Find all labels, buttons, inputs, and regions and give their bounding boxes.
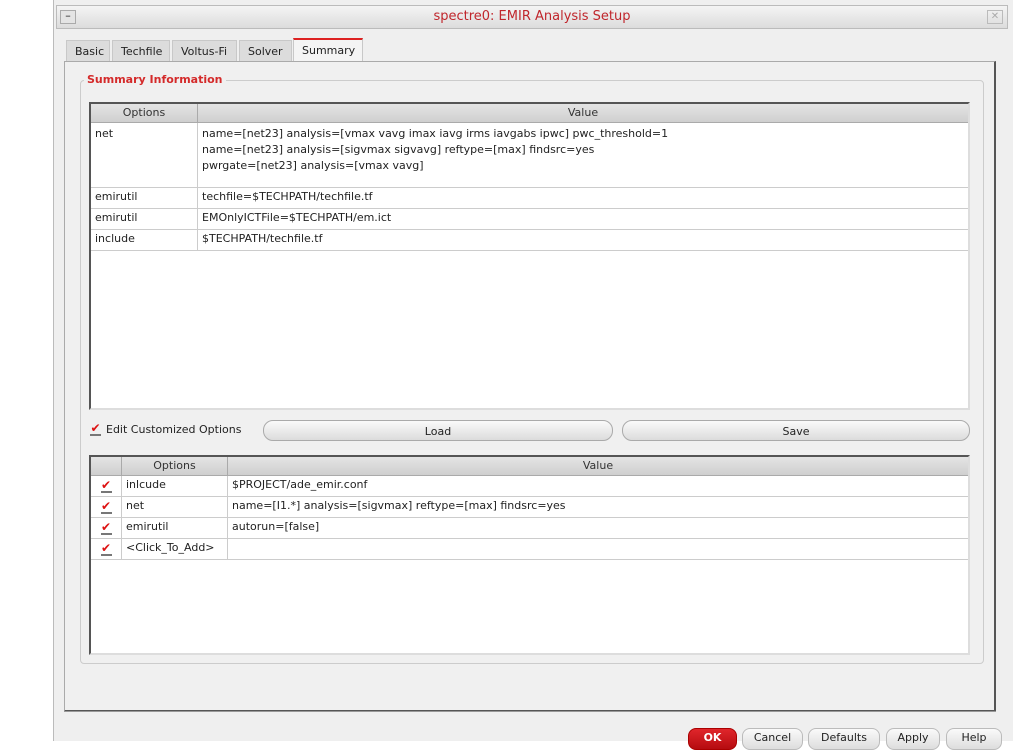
value-line: pwrgate=[net23] analysis=[vmax vavg] [202, 159, 424, 172]
row-checkbox[interactable]: ✔ [91, 518, 122, 538]
separator [64, 711, 996, 712]
custom-options-table: Options Value ✔ inlcude $PROJECT/ade_emi… [89, 455, 970, 655]
save-button[interactable]: Save [622, 420, 970, 441]
value-cell: name=[net23] analysis=[vmax vavg imax ia… [198, 123, 968, 187]
value-cell[interactable]: name=[I1.*] analysis=[sigvmax] reftype=[… [228, 497, 968, 517]
value-cell: $TECHPATH/techfile.tf [202, 232, 323, 245]
option-cell: include [91, 230, 198, 250]
edit-customized-options-checkbox[interactable]: ✔ Edit Customized Options [90, 421, 242, 436]
tab-voltus-fi[interactable]: Voltus-Fi [172, 40, 237, 61]
checkmark-icon: ✔ [100, 478, 112, 493]
table-row[interactable]: emirutil EMOnlyICTFile=$TECHPATH/em.ict [91, 209, 968, 230]
summary-table: Options Value net name=[net23] analysis=… [89, 102, 970, 410]
checkmark-icon: ✔ [100, 499, 112, 514]
table-row[interactable]: ✔ net name=[I1.*] analysis=[sigvmax] ref… [91, 497, 968, 518]
table-row[interactable]: ✔ <Click_To_Add> [91, 539, 968, 560]
tab-solver[interactable]: Solver [239, 40, 292, 61]
option-cell[interactable]: <Click_To_Add> [122, 539, 228, 559]
checkbox-label: Edit Customized Options [106, 423, 242, 436]
column-header-value: Value [567, 106, 599, 119]
tab-summary[interactable]: Summary [293, 38, 363, 61]
table-row[interactable]: emirutil techfile=$TECHPATH/techfile.tf [91, 188, 968, 209]
checkmark-icon: ✔ [100, 541, 112, 556]
row-checkbox[interactable]: ✔ [91, 539, 122, 559]
defaults-button[interactable]: Defaults [808, 728, 880, 750]
option-cell: emirutil [91, 188, 198, 208]
column-header-options: Options [91, 104, 198, 122]
value-cell: techfile=$TECHPATH/techfile.tf [202, 190, 373, 203]
help-button[interactable]: Help [946, 728, 1002, 750]
group-title: Summary Information [84, 73, 226, 86]
option-cell[interactable]: net [122, 497, 228, 517]
column-header-check [91, 457, 122, 475]
table-row[interactable]: ✔ inlcude $PROJECT/ade_emir.conf [91, 476, 968, 497]
column-header-value: Value [582, 459, 614, 472]
row-checkbox[interactable]: ✔ [91, 497, 122, 517]
value-cell[interactable]: $PROJECT/ade_emir.conf [228, 476, 968, 496]
tab-techfile[interactable]: Techfile [112, 40, 170, 61]
option-cell: emirutil [91, 209, 198, 229]
checkmark-icon: ✔ [100, 520, 112, 535]
title-bar: – spectre0: EMIR Analysis Setup ✕ [56, 5, 1008, 29]
table-row[interactable]: net name=[net23] analysis=[vmax vavg ima… [91, 123, 968, 188]
option-cell: net [91, 123, 198, 187]
table-row[interactable]: include $TECHPATH/techfile.tf [91, 230, 968, 251]
cancel-button[interactable]: Cancel [742, 728, 803, 750]
value-line: name=[net23] analysis=[sigvmax sigvavg] … [202, 143, 595, 156]
close-icon[interactable]: ✕ [987, 10, 1003, 24]
apply-button[interactable]: Apply [886, 728, 940, 750]
value-cell[interactable] [228, 539, 968, 559]
window-title: spectre0: EMIR Analysis Setup [433, 9, 631, 24]
value-line: name=[net23] analysis=[vmax vavg imax ia… [202, 127, 669, 140]
ok-button[interactable]: OK [688, 728, 737, 750]
option-cell[interactable]: inlcude [122, 476, 228, 496]
tab-basic[interactable]: Basic [66, 40, 110, 61]
option-cell[interactable]: emirutil [122, 518, 228, 538]
value-cell[interactable]: autorun=[false] [228, 518, 968, 538]
load-button[interactable]: Load [263, 420, 613, 441]
table-row[interactable]: ✔ emirutil autorun=[false] [91, 518, 968, 539]
row-checkbox[interactable]: ✔ [91, 476, 122, 496]
checkmark-icon: ✔ [90, 421, 101, 436]
column-header-options: Options [122, 457, 228, 475]
value-cell: EMOnlyICTFile=$TECHPATH/em.ict [202, 211, 392, 224]
